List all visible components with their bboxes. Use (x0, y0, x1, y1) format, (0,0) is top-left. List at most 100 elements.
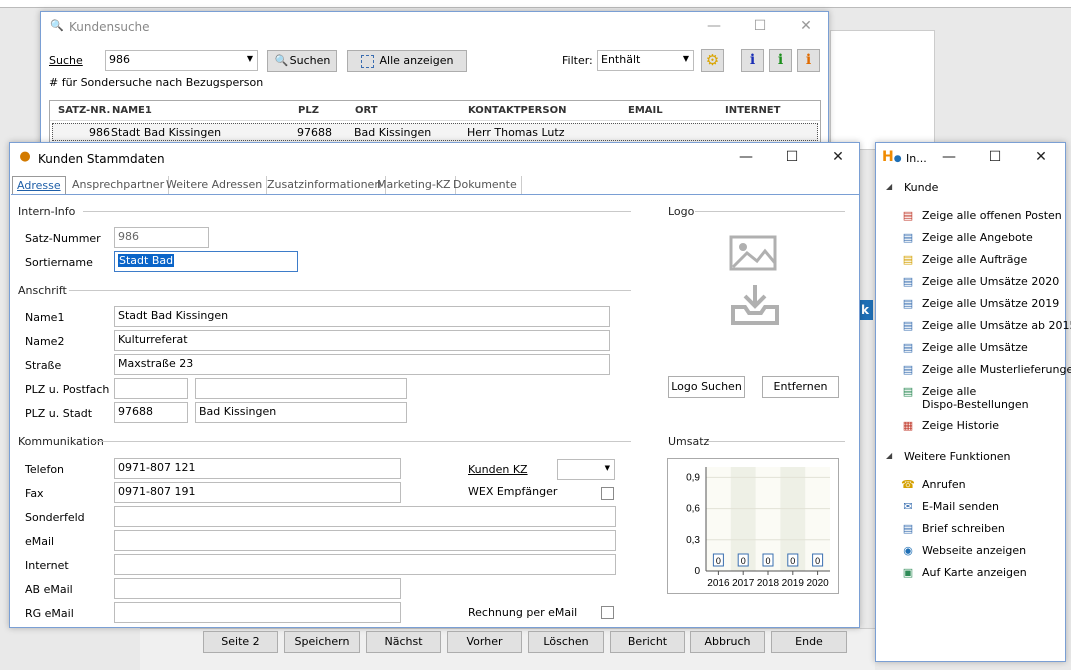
col-email[interactable]: EMAIL (628, 105, 663, 116)
sidebar-item-umsaetze-2019[interactable]: ▤ Zeige alle Umsätze 2019 (900, 296, 1060, 312)
chevron-down-icon: ▼ (604, 464, 610, 472)
sidebar-item-angebote[interactable]: ▤ Zeige alle Angebote (900, 230, 1033, 246)
name1-field[interactable]: Stadt Bad Kissingen (114, 306, 610, 327)
tab-dokumente[interactable]: Dokumente (449, 176, 522, 194)
suchen-button[interactable]: 🔍Suchen (267, 50, 337, 72)
ende-button[interactable]: Ende (771, 631, 847, 653)
sales-all-icon: ▤ (902, 341, 914, 354)
sidebar-item-webseite[interactable]: ◉ Webseite anzeigen (900, 543, 1026, 559)
loeschen-button[interactable]: Löschen (528, 631, 604, 653)
entfernen-button[interactable]: Entfernen (762, 376, 839, 398)
user-icon: ● (19, 149, 31, 164)
sidebar-item-umsaetze-2020[interactable]: ▤ Zeige alle Umsätze 2020 (900, 274, 1060, 290)
close-button[interactable]: ✕ (815, 143, 861, 171)
seite2-button[interactable]: Seite 2 (203, 631, 278, 653)
email-field[interactable] (114, 530, 616, 551)
gear-icon[interactable]: ⚙ (701, 49, 724, 72)
postfach-field[interactable] (195, 378, 407, 399)
tab-marketing-kz[interactable]: Marketing-KZ (373, 176, 456, 194)
speichern-button[interactable]: Speichern (284, 631, 360, 653)
col-kontaktperson[interactable]: KONTAKTPERSON (468, 105, 566, 116)
tab-ansprechpartner[interactable]: Ansprechpartner (68, 176, 170, 194)
maximize-button[interactable]: ☐ (737, 12, 783, 40)
invoice-icon: ▤ (902, 209, 914, 222)
sidebar-title: In... (906, 152, 927, 165)
close-button[interactable]: ✕ (783, 12, 829, 40)
calendar-icon: ▦ (902, 419, 914, 432)
alle-anzeigen-button[interactable]: Alle anzeigen (347, 50, 467, 72)
tab-zusatzinformationen[interactable]: Zusatzinformationen (263, 176, 387, 194)
telefon-field[interactable]: 0971-807 121 (114, 458, 401, 479)
maximize-button[interactable]: ☐ (972, 143, 1018, 171)
download-tray-icon[interactable] (729, 283, 781, 327)
search-hint: # für Sondersuche nach Bezugsperson (49, 76, 264, 89)
results-table: SATZ-NR. NAME1 PLZ ORT KONTAKTPERSON EMA… (49, 100, 821, 146)
collapse-kunde-icon[interactable]: ◢ (886, 182, 892, 191)
y-tick-label: 0,9 (686, 472, 700, 483)
close-button[interactable]: ✕ (1018, 143, 1064, 171)
col-name1[interactable]: NAME1 (112, 105, 152, 116)
sidebar-item-umsaetze[interactable]: ▤ Zeige alle Umsätze (900, 340, 1028, 356)
minimize-button[interactable]: — (926, 143, 972, 171)
sidebar-item-email-senden[interactable]: ✉ E-Mail senden (900, 499, 999, 515)
sidebar-item-umsaetze-ab-2015[interactable]: ▤ Zeige alle Umsätze ab 2015 (900, 318, 1071, 334)
sonderfeld-field[interactable] (114, 506, 616, 527)
internet-label: Internet (25, 559, 69, 572)
plz-field[interactable]: 97688 (114, 402, 188, 423)
col-satznr[interactable]: SATZ-NR. (58, 105, 110, 116)
wex-label: WEX Empfänger (468, 485, 558, 498)
select-all-icon (360, 54, 374, 68)
sortiername-field[interactable]: Stadt Bad (114, 251, 298, 272)
col-internet[interactable]: INTERNET (725, 105, 780, 116)
sidebar-item-karte[interactable]: ▣ Auf Karte anzeigen (900, 565, 1027, 581)
umsatz-chart-svg: 0 0,3 0,6 0,9 0 2016 0 2017 0 2018 0 2019 0 2020 (686, 467, 830, 589)
sidebar-item-dispo-line2[interactable]: Dispo-Bestellungen (922, 398, 1029, 411)
rg-email-field[interactable] (114, 602, 401, 623)
tab-bar: Adresse Ansprechpartner Weitere Adressen… (12, 176, 858, 194)
abbruch-button[interactable]: Abbruch (690, 631, 765, 653)
sidebar-item-musterlieferungen[interactable]: ▤ Zeige alle Musterlieferungen (900, 362, 1071, 378)
kunden-kz-select[interactable]: ▼ (557, 459, 615, 480)
name2-field[interactable]: Kulturreferat (114, 330, 610, 351)
naechst-button[interactable]: Nächst (366, 631, 441, 653)
stadt-field[interactable]: Bad Kissingen (195, 402, 407, 423)
vorher-button[interactable]: Vorher (447, 631, 522, 653)
suche-input[interactable]: 986 ▼ (105, 50, 258, 71)
info-green-icon[interactable]: i (769, 49, 792, 72)
postfach-plz-field[interactable] (114, 378, 188, 399)
strasse-field[interactable]: Maxstraße 23 (114, 354, 610, 375)
info-blue-icon[interactable]: i (741, 49, 764, 72)
rechnung-email-checkbox[interactable] (601, 606, 614, 619)
map-icon: ▣ (902, 566, 914, 579)
collapse-weitere-icon[interactable]: ◢ (886, 451, 892, 460)
section-anschrift: Anschrift (18, 284, 67, 297)
group-kunde: Kunde (904, 181, 939, 194)
sidebar-item-anrufen[interactable]: ☎ Anrufen (900, 477, 965, 493)
minimize-button[interactable]: — (723, 143, 769, 171)
bericht-button[interactable]: Bericht (610, 631, 685, 653)
sidebar-item-brief[interactable]: ▤ Brief schreiben (900, 521, 1005, 537)
ab-email-field[interactable] (114, 578, 401, 599)
dispo-icon: ▤ (902, 385, 914, 398)
chevron-down-icon: ▼ (246, 54, 253, 63)
sidebar-item-offene-posten[interactable]: ▤ Zeige alle offenen Posten (900, 208, 1062, 224)
info-orange-icon[interactable]: i (797, 49, 820, 72)
wex-checkbox[interactable] (601, 487, 614, 500)
satznr-field[interactable]: 986 (114, 227, 209, 248)
section-intern-info: Intern-Info (18, 205, 76, 218)
internet-field[interactable] (114, 554, 616, 575)
fax-field[interactable]: 0971-807 191 (114, 482, 401, 503)
telefon-label: Telefon (25, 463, 65, 476)
col-ort[interactable]: ORT (355, 105, 378, 116)
table-row[interactable]: 986 Stadt Bad Kissingen 97688 Bad Kissin… (52, 123, 818, 141)
sidebar-item-auftraege[interactable]: ▤ Zeige alle Aufträge (900, 252, 1027, 268)
tab-adresse[interactable]: Adresse (12, 176, 66, 194)
logo-suchen-button[interactable]: Logo Suchen (668, 376, 745, 398)
minimize-button[interactable]: — (691, 12, 737, 40)
maximize-button[interactable]: ☐ (769, 143, 815, 171)
name1-label: Name1 (25, 311, 65, 324)
col-plz[interactable]: PLZ (298, 105, 319, 116)
tab-weitere-adressen[interactable]: Weitere Adressen (162, 176, 268, 194)
filter-select[interactable]: Enthält ▼ (597, 50, 694, 71)
sidebar-item-historie[interactable]: ▦ Zeige Historie (900, 418, 999, 434)
